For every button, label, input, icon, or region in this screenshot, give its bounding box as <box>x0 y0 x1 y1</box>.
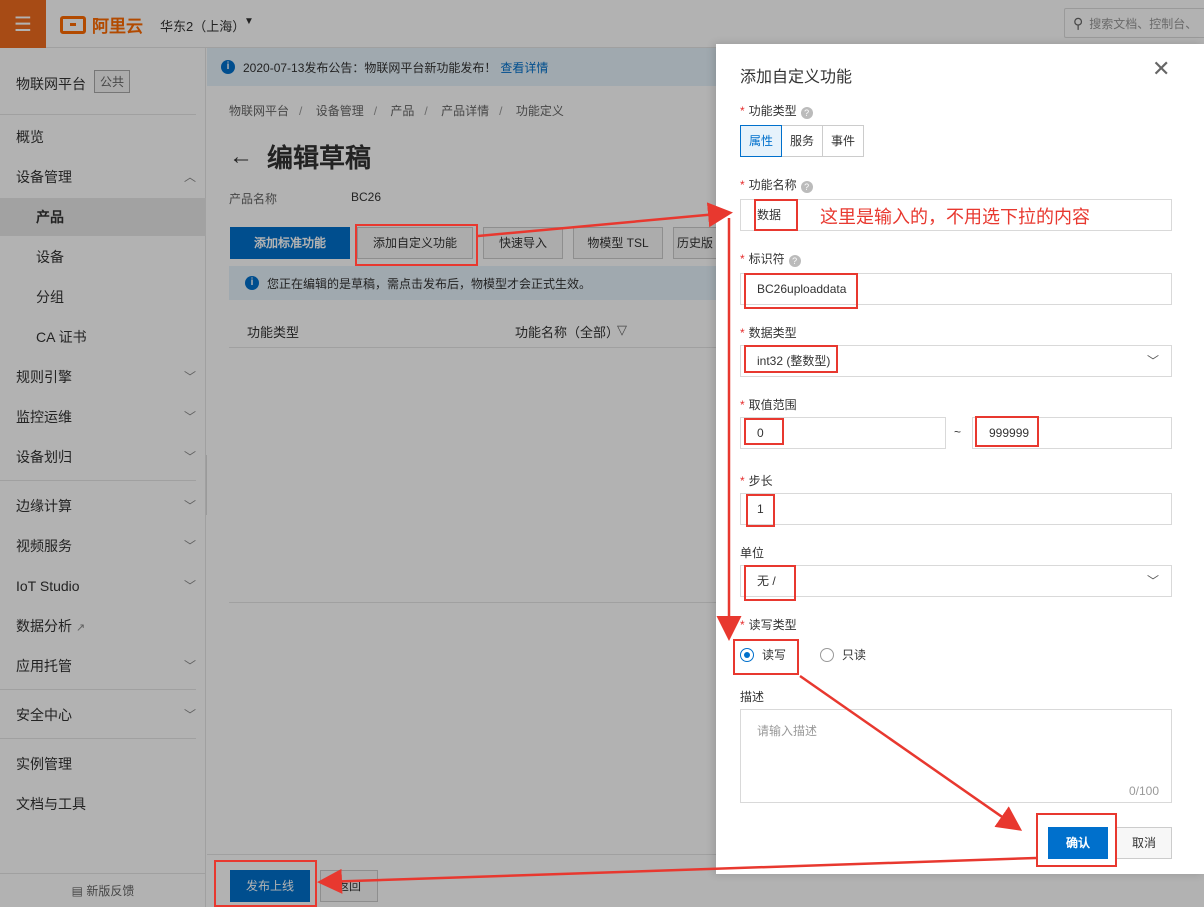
description-placeholder: 请输入描述 <box>757 724 818 738</box>
rw-option-readonly[interactable]: 只读 <box>820 646 866 663</box>
highlight-range-max <box>975 416 1039 447</box>
chevron-down-icon: ﹀ <box>1146 354 1159 368</box>
help-icon[interactable]: ? <box>788 255 801 267</box>
highlight-add-custom <box>355 224 478 266</box>
function-type-segmented: 属性 服务 事件 <box>740 125 865 157</box>
cancel-button[interactable]: 取消 <box>1116 827 1172 859</box>
help-icon[interactable]: ? <box>800 107 813 119</box>
data-type-label: * 数据类型 <box>740 326 797 340</box>
function-type-label: * 功能类型? <box>740 102 813 119</box>
function-type-service[interactable]: 服务 <box>781 125 824 157</box>
close-icon[interactable]: ✕ <box>1152 58 1170 80</box>
highlight-identifier <box>744 273 858 309</box>
range-separator: ~ <box>954 425 962 439</box>
description-textarea[interactable]: 请输入描述 0/100 <box>740 709 1172 803</box>
step-label: * 步长 <box>740 474 773 488</box>
description-char-count: 0/100 <box>1128 784 1159 798</box>
function-type-property[interactable]: 属性 <box>740 125 783 157</box>
highlight-readwrite <box>733 639 799 675</box>
highlight-range-min <box>744 418 784 445</box>
description-label: 描述 <box>740 690 765 704</box>
identifier-label: * 标识符? <box>740 250 801 267</box>
highlight-data-type <box>744 345 838 373</box>
highlight-unit <box>744 565 796 601</box>
highlight-function-name <box>754 199 798 231</box>
unit-label: 单位 <box>740 546 765 560</box>
add-custom-function-drawer: 添加自定义功能 ✕ * 功能类型? 属性 服务 事件 * 功能名称? 数据 * 标识符… <box>716 44 1204 874</box>
highlight-publish <box>214 860 317 907</box>
drawer-title: 添加自定义功能 <box>740 69 853 86</box>
highlight-confirm <box>1036 813 1117 867</box>
chevron-down-icon: ﹀ <box>1146 574 1159 588</box>
unit-select[interactable]: 无 / ﹀ <box>740 565 1172 597</box>
step-input[interactable]: 1 <box>740 493 1172 525</box>
function-name-label: * 功能名称? <box>740 176 813 193</box>
rw-type-label: * 读写类型 <box>740 618 797 632</box>
help-icon[interactable]: ? <box>800 181 813 193</box>
function-type-event[interactable]: 事件 <box>822 125 865 157</box>
radio-unchecked-icon <box>820 647 834 662</box>
value-range-label: * 取值范围 <box>740 398 797 412</box>
annotation-text: 这里是输入的，不用选下拉的内容 <box>820 207 1090 227</box>
highlight-step <box>746 494 775 527</box>
